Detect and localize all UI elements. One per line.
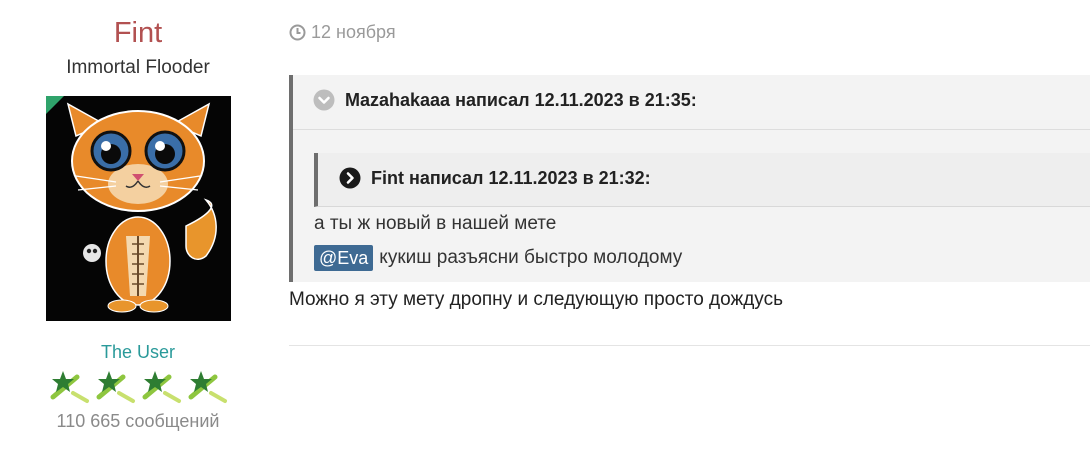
- quote-block-inner: Fint написал 12.11.2023 в 21:32:: [314, 153, 1090, 207]
- post-content: 12 ноября Mazahakaaa написал 12.11.2023 …: [289, 0, 1090, 450]
- chevron-down-icon[interactable]: [313, 89, 335, 111]
- green-star-icon: [188, 371, 227, 403]
- chevron-right-icon[interactable]: [339, 167, 361, 189]
- user-mention[interactable]: @Eva: [314, 245, 374, 271]
- user-avatar[interactable]: [45, 96, 231, 321]
- quote-text: кукиш разъясни быстро молодому: [379, 247, 683, 268]
- quote-inner-header[interactable]: Fint написал 12.11.2023 в 21:32:: [339, 167, 651, 189]
- quote-inner-author: Fint написал 12.11.2023 в 21:32:: [371, 167, 651, 188]
- green-star-icon: [50, 371, 89, 403]
- username-link[interactable]: Fint: [40, 14, 236, 52]
- quote-outer-author: Mazahakaaa написал 12.11.2023 в 21:35:: [345, 89, 697, 110]
- divider: [293, 129, 1090, 130]
- divider: [289, 345, 1090, 346]
- quote-block-outer: Mazahakaaa написал 12.11.2023 в 21:35: F…: [289, 75, 1090, 282]
- cat-avatar-icon: [45, 96, 231, 321]
- post-date-text: 12 ноября: [311, 22, 396, 42]
- post-message-text: Можно я эту мету дропну и следующую прос…: [289, 289, 783, 310]
- green-star-icon: [142, 371, 181, 403]
- user-group: The User: [100, 342, 176, 362]
- clock-icon: [289, 24, 306, 41]
- message-count: 110 665 сообщений: [56, 411, 220, 431]
- quote-text-line: а ты ж новый в нашей мете: [314, 213, 557, 234]
- post-date-link[interactable]: 12 ноября: [289, 22, 396, 43]
- rank-icons: [40, 367, 236, 405]
- user-sidebar: Fint Immortal Flooder The User 110 665 с…: [40, 14, 236, 433]
- green-star-icon: [96, 371, 135, 403]
- online-indicator: [45, 96, 64, 114]
- forum-post: Fint Immortal Flooder The User 110 665 с…: [0, 0, 1090, 450]
- user-title: Immortal Flooder: [66, 57, 210, 78]
- quote-outer-header[interactable]: Mazahakaaa написал 12.11.2023 в 21:35:: [313, 89, 697, 111]
- quote-text-line: @Eva кукиш разъясни быстро молодому: [314, 245, 682, 271]
